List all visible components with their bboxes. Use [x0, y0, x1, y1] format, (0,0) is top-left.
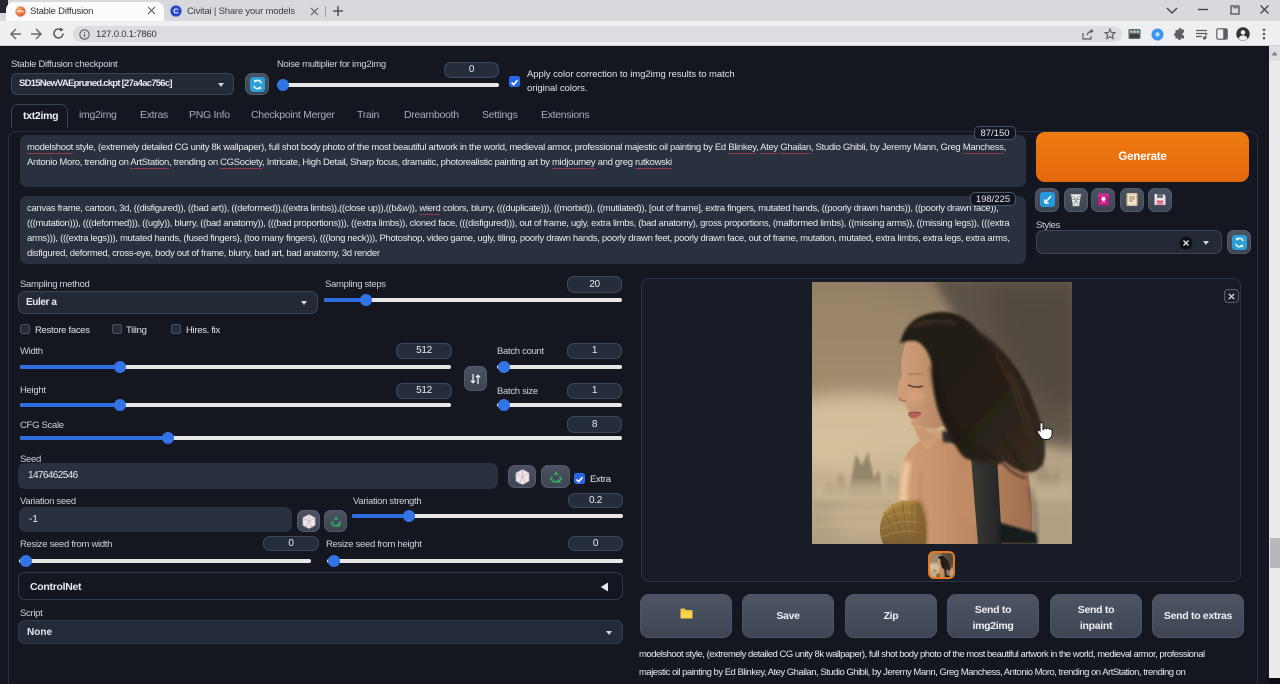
svg-text:C: C [173, 7, 179, 16]
